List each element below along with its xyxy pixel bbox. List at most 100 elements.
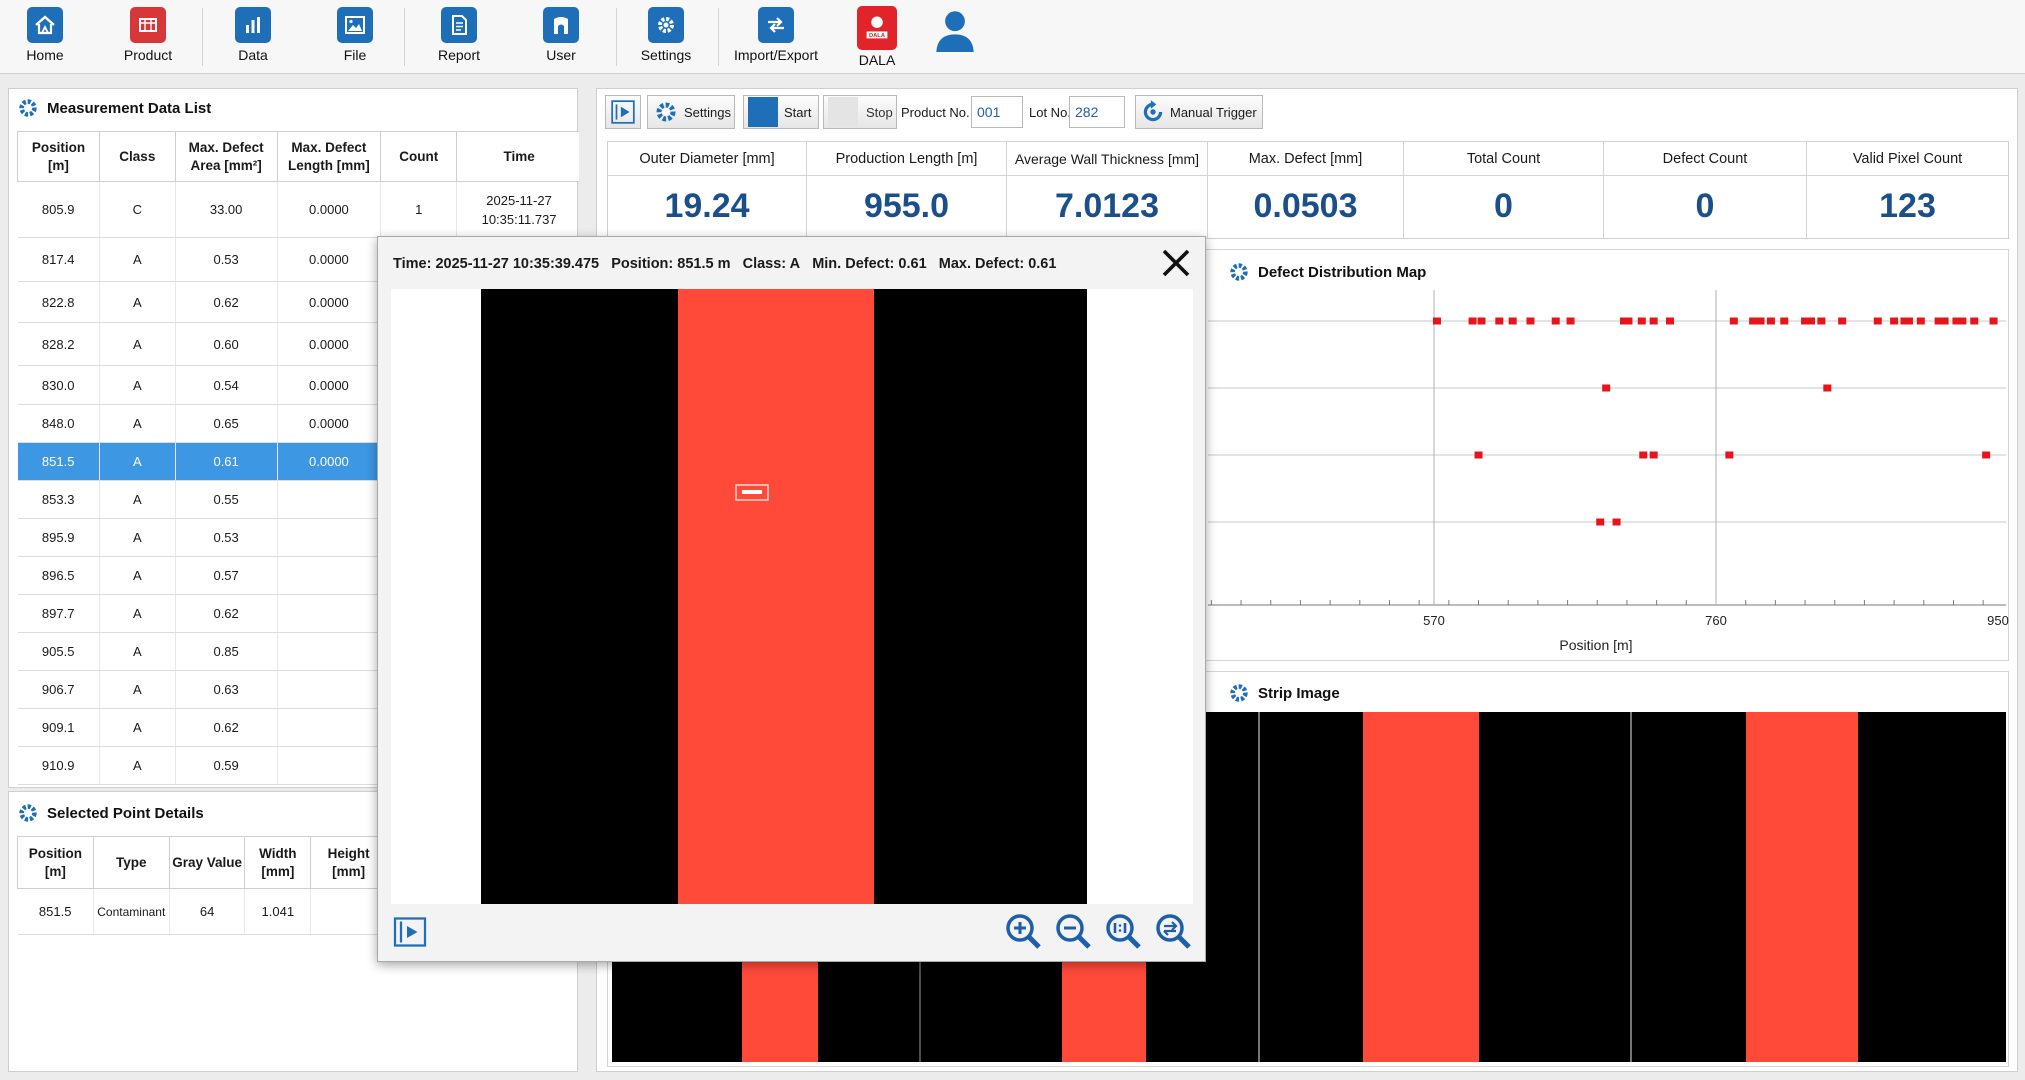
lot-no-input[interactable]: 282 [1069,96,1125,128]
toolbar-home-button[interactable]: Home [18,0,72,74]
kpi-max-defect: Max. Defect [mm] 0.0503 [1208,142,1404,238]
kpi-label: Outer Diameter [mm] [608,142,806,176]
kpi-defect-count: Defect Count 0 [1604,142,1807,238]
toolbar-separator [404,8,405,66]
defect-point[interactable] [1890,317,1899,325]
col-time-header[interactable]: Time [456,131,579,182]
dialog-close-button[interactable] [1158,245,1194,281]
settings-button-label: Settings [684,104,731,120]
defect-point[interactable] [1649,317,1658,325]
defect-point[interactable] [1566,317,1575,325]
defect-point[interactable] [1838,317,1847,325]
zoom-in-icon [1006,914,1041,949]
defect-point[interactable] [1806,317,1815,325]
defect-point[interactable] [1649,451,1658,459]
defect-point[interactable] [1982,451,1991,459]
gear-icon [1230,684,1248,702]
defect-point[interactable] [1823,384,1832,392]
cell-max-defect-length: 0.0000 [277,365,382,405]
zoom-actual-size-button[interactable] [1103,911,1143,951]
cell-position: 817.4 [17,237,100,282]
cell-max-defect-length: 0.0000 [277,404,382,443]
defect-point[interactable] [1495,317,1504,325]
panel-toggle-button[interactable] [605,95,641,129]
col-area-header[interactable]: Max. Defect Area [mm²] [174,131,278,182]
start-icon [748,97,778,127]
table-row[interactable]: 805.9 C 33.00 0.0000 1 2025-11-27 10:35:11.737 [17,181,579,238]
product-no-input[interactable]: 001 [971,96,1023,128]
cell-position: 897.7 [17,594,100,633]
cell-max-defect-length [277,556,382,595]
zoom-out-button[interactable] [1053,911,1093,951]
start-button[interactable]: Start [743,95,819,129]
defect-point[interactable] [1551,317,1560,325]
cell-max-defect-area: 0.85 [175,632,278,671]
cell-position: 830.0 [17,365,100,405]
defect-point[interactable] [1602,384,1611,392]
defect-image-viewport[interactable] [391,289,1193,904]
defect-point[interactable] [1639,451,1648,459]
defect-point[interactable] [1729,317,1738,325]
defect-point[interactable] [1596,518,1605,526]
import-export-icon [758,7,794,43]
defect-point[interactable] [1749,317,1758,325]
defect-point[interactable] [1665,317,1674,325]
defect-point[interactable] [1817,317,1826,325]
account-button[interactable] [932,0,978,74]
bar-chart-icon [235,7,271,43]
toolbar-file-button[interactable]: File [328,0,382,74]
toolbar-report-button[interactable]: Report [430,0,488,74]
col-position-header[interactable]: Position [m] [17,131,100,182]
toolbar-settings-button[interactable]: Settings [636,0,696,74]
defect-point[interactable] [1940,317,1949,325]
cell-count: 1 [380,181,458,238]
settings-button[interactable]: Settings [647,95,735,129]
gear-icon [19,99,37,117]
toolbar-data-button[interactable]: Data [226,0,280,74]
toolbar-user-button[interactable]: User [534,0,588,74]
defect-point[interactable] [1474,451,1483,459]
defect-point[interactable] [1904,317,1913,325]
gear-icon [19,804,37,822]
selected-point-row[interactable]: 851.5 Contaminant 64 1.041 [17,888,387,935]
col-length-header[interactable]: Max. Defect Length [mm] [276,131,382,182]
cell-position: 853.3 [17,480,100,519]
defect-point[interactable] [1916,317,1925,325]
cell-max-defect-length: 0.0000 [277,181,382,238]
defect-point[interactable] [1508,317,1517,325]
defect-point[interactable] [1989,317,1998,325]
toolbar-dala-button[interactable]: DALA DALA [852,0,902,74]
defect-point[interactable] [1756,317,1765,325]
cell-class: C [99,181,176,238]
stop-button[interactable]: Stop [823,95,897,129]
defect-point[interactable] [1780,317,1789,325]
toolbar-product-button[interactable]: Product [116,0,180,74]
col-count-header[interactable]: Count [380,131,458,182]
toolbar-import-export-button[interactable]: Import/Export [728,0,824,74]
defect-point[interactable] [1958,317,1967,325]
dialog-panel-toggle-button[interactable] [392,914,428,950]
defect-point[interactable] [1766,317,1775,325]
defect-point[interactable] [1468,317,1477,325]
defect-image [481,289,1087,904]
defect-point[interactable] [1873,317,1882,325]
defect-point[interactable] [1612,518,1621,526]
defect-point[interactable] [1970,317,1979,325]
defect-point[interactable] [1624,317,1633,325]
toolbar-home-label: Home [26,47,64,63]
defect-point[interactable] [1637,317,1646,325]
toolbar-product-label: Product [123,47,173,63]
zoom-in-button[interactable] [1003,911,1043,951]
manual-trigger-button[interactable]: Manual Trigger [1135,95,1263,129]
kpi-label: Production Length [m] [807,142,1006,176]
cell-position: 906.7 [17,670,100,709]
defect-point[interactable] [1477,317,1486,325]
zoom-fit-button[interactable] [1153,911,1193,951]
defect-point[interactable] [1432,317,1441,325]
cell-max-defect-area: 0.57 [175,556,278,595]
stop-icon [828,97,858,127]
defect-point[interactable] [1725,451,1734,459]
defect-point[interactable] [1526,317,1535,325]
panel-play-icon [611,100,635,124]
col-class-header[interactable]: Class [98,131,176,182]
